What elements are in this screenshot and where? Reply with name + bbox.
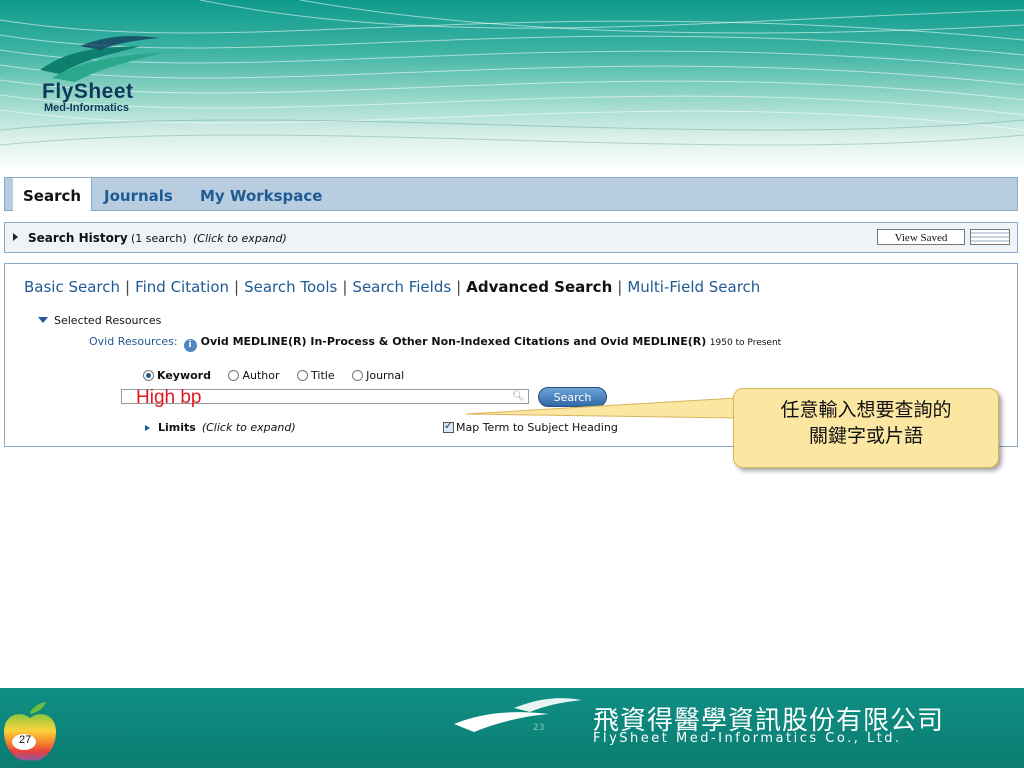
limits-label[interactable]: Limits bbox=[158, 421, 196, 434]
grid-icon[interactable] bbox=[970, 229, 1010, 245]
mode-multi-field-search[interactable]: Multi-Field Search bbox=[627, 278, 760, 296]
mode-search-fields[interactable]: Search Fields bbox=[352, 278, 451, 296]
tab-my-workspace[interactable]: My Workspace bbox=[200, 178, 322, 211]
radio-author-label[interactable]: Author bbox=[242, 369, 279, 382]
radio-dot[interactable] bbox=[143, 370, 154, 381]
ovid-resources-line: Ovid Resources: i Ovid MEDLINE(R) In-Proce… bbox=[89, 335, 781, 352]
expand-arrow-icon[interactable] bbox=[13, 233, 18, 241]
info-icon[interactable]: i bbox=[183, 339, 197, 352]
ovid-resources-label: Ovid Resources: bbox=[89, 335, 178, 348]
mode-advanced-search[interactable]: Advanced Search bbox=[466, 278, 612, 296]
radio-author[interactable]: Author bbox=[228, 369, 280, 382]
radio-dot[interactable] bbox=[297, 370, 309, 381]
radio-dot[interactable] bbox=[228, 370, 240, 381]
radio-dot[interactable] bbox=[352, 370, 364, 381]
logo-name: FlySheet bbox=[42, 80, 134, 103]
resource-name: Ovid MEDLINE(R) In-Process & Other Non-I… bbox=[200, 335, 707, 348]
mode-find-citation[interactable]: Find Citation bbox=[135, 278, 229, 296]
collapse-arrow-icon[interactable] bbox=[38, 317, 48, 323]
map-term-checkbox[interactable] bbox=[443, 419, 454, 433]
main-tab-bar: Search Journals My Workspace bbox=[4, 177, 1018, 211]
radio-keyword[interactable]: Keyword bbox=[143, 369, 211, 382]
company-name-en: FlySheet Med-Informatics Co., Ltd. bbox=[593, 731, 902, 746]
flysheet-wave-logo-icon bbox=[454, 698, 582, 732]
header-banner: FlySheet Med-Informatics bbox=[0, 0, 1024, 170]
annotation-callout: 任意輸入想要查詢的 關鍵字或片語 bbox=[733, 388, 999, 468]
search-type-radios: Keyword Author Title Journal bbox=[143, 369, 418, 382]
radio-keyword-label[interactable]: Keyword bbox=[157, 369, 211, 382]
flysheet-wave-logo-icon bbox=[40, 36, 165, 82]
radio-journal[interactable]: Journal bbox=[352, 369, 404, 382]
slide-number: 23 bbox=[533, 723, 545, 733]
page-number: 27 bbox=[19, 734, 32, 746]
resource-years: 1950 to Present bbox=[709, 338, 782, 348]
mode-basic-search[interactable]: Basic Search bbox=[24, 278, 120, 296]
separator: | bbox=[234, 278, 240, 296]
selected-resources-label[interactable]: Selected Resources bbox=[54, 314, 161, 327]
separator: | bbox=[342, 278, 348, 296]
search-query-text[interactable]: High bp bbox=[136, 388, 202, 408]
tab-search[interactable]: Search bbox=[13, 178, 93, 211]
selected-resources-toggle[interactable]: Selected Resources bbox=[38, 314, 161, 327]
search-history-hint[interactable]: (Click to expand) bbox=[193, 232, 287, 245]
search-mode-nav: Basic Search | Find Citation | Search Tools |… bbox=[24, 278, 760, 296]
logo-subtitle: Med-Informatics bbox=[44, 102, 129, 114]
search-history-count: (1 search) bbox=[131, 232, 187, 245]
separator: | bbox=[617, 278, 623, 296]
radio-journal-label[interactable]: Journal bbox=[366, 369, 404, 382]
search-icon[interactable]: 🔍︎ bbox=[512, 391, 525, 402]
radio-title-label[interactable]: Title bbox=[311, 369, 335, 382]
map-term-option[interactable]: Map Term to Subject Heading bbox=[443, 419, 618, 434]
tab-journals[interactable]: Journals bbox=[104, 178, 173, 211]
separator: | bbox=[125, 278, 131, 296]
callout-line-1: 任意輸入想要查詢的 bbox=[780, 399, 952, 421]
apple-logo-icon bbox=[4, 702, 56, 761]
view-saved-button[interactable]: View Saved bbox=[877, 229, 965, 245]
separator: | bbox=[456, 278, 462, 296]
map-term-label[interactable]: Map Term to Subject Heading bbox=[456, 421, 618, 434]
limits-toggle[interactable]: Limits (Click to expand) bbox=[145, 421, 296, 434]
search-history-title[interactable]: Search History bbox=[28, 231, 128, 245]
search-button[interactable]: Search bbox=[538, 387, 607, 407]
expand-arrow-icon[interactable] bbox=[145, 425, 150, 431]
search-history-bar[interactable]: Search History (1 search) (Click to expa… bbox=[4, 222, 1018, 253]
mode-search-tools[interactable]: Search Tools bbox=[244, 278, 337, 296]
radio-title[interactable]: Title bbox=[297, 369, 335, 382]
limits-hint[interactable]: (Click to expand) bbox=[202, 421, 296, 434]
callout-line-2: 關鍵字或片語 bbox=[808, 425, 923, 447]
